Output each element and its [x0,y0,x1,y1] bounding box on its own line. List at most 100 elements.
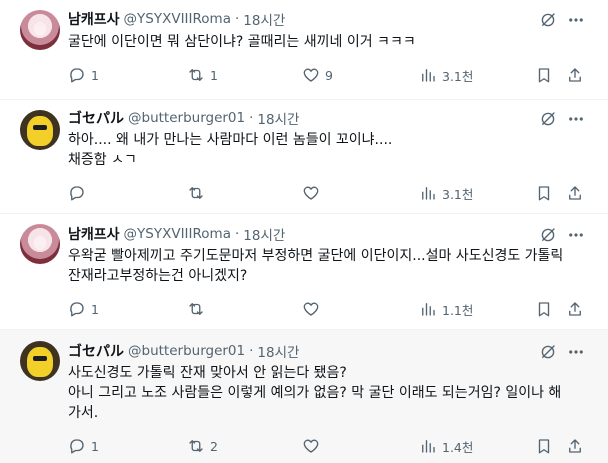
user-name[interactable]: ゴセパル [68,341,124,361]
tweet-text-line: 굴단에 이단이면 뭐 삼단이냐? 골때리는 새끼네 이거 ㅋㅋㅋ [68,34,416,50]
views-count: 3.1천 [442,68,474,84]
avatar[interactable] [20,224,60,264]
tweet-text-line: 가서. [68,405,99,421]
reply-button[interactable]: 1 [68,299,99,319]
tweet-header: ゴセパル @butterburger01 · 18시간 [68,341,299,361]
bookmark-button[interactable] [535,65,553,85]
tweet-text-line: 하아.... 왜 내가 만나는 사람마다 이런 놈들이 꼬이냐.... [68,132,393,148]
tweet-text: 우왁굳 빨아제끼고 주기도문마저 부정하면 굴단에 이단이지...설마 사도신경… [68,246,568,286]
more-icon[interactable] [566,10,586,30]
views-button[interactable]: 1.4천 [419,436,473,456]
retweet-button[interactable]: 1 [187,65,218,85]
like-icon [303,186,319,200]
tweet-text-line: 잔재라고부정하는건 아니겠지? [68,268,248,284]
reply-icon [70,439,84,454]
reply-count: 1 [91,67,99,83]
share-icon [569,302,581,316]
avatar[interactable] [20,341,60,381]
views-icon [422,69,435,82]
tweet-text-line: 우왁굳 빨아제끼고 주기도문마저 부정하면 굴단에 이단이지...설마 사도신경… [68,248,564,264]
bookmark-button[interactable] [535,436,553,456]
bookmark-icon [538,302,550,317]
views-count: 1.1천 [442,302,474,318]
timestamp[interactable]: 18시간 [257,341,299,361]
tweet-text-line: 아니 그리고 노조 사람들은 이렇게 예의가 없음? 막 굴단 이래도 되는거임… [68,385,562,401]
avatar[interactable] [20,110,60,150]
share-icon [569,186,581,200]
like-icon [303,302,319,316]
views-button[interactable]: 1.1천 [419,299,473,319]
action-bar: 1 2 1.4천 [68,436,588,456]
reply-count: 1 [91,301,99,317]
bookmark-button[interactable] [535,183,553,203]
like-count: 9 [325,67,333,83]
share-icon [569,439,581,453]
bookmark-icon [538,186,550,201]
views-count: 1.4천 [442,439,474,455]
action-bar: 1 1 9 3.1천 [68,65,588,85]
tweet-text: 사도신경도 가톨릭 잔재 맞아서 안 읽는다 됐음? 아니 그리고 노조 사람들… [68,363,568,423]
share-button[interactable] [566,299,584,319]
tweet-3[interactable]: 남캐프사 @YSYXVIIIRoma · 18시간 우왁굳 빨아제끼고 주기도문… [0,214,608,330]
user-name[interactable]: 남캐프사 [68,9,120,29]
share-icon [569,68,581,82]
user-handle[interactable]: @butterburger01 [128,110,245,126]
timestamp[interactable]: 18시간 [243,224,285,244]
user-handle[interactable]: @YSYXVIIIRoma [124,11,231,27]
separator-dot: · [234,226,240,242]
reply-button[interactable]: 1 [68,436,99,456]
views-button[interactable]: 3.1천 [419,183,473,203]
like-button[interactable] [302,299,325,319]
retweet-icon [189,69,203,81]
views-button[interactable]: 3.1천 [419,65,473,85]
views-icon [422,440,435,453]
retweet-count: 1 [210,67,218,83]
more-icon[interactable] [566,109,586,129]
share-button[interactable] [566,65,584,85]
separator-dot: · [249,110,254,126]
reply-button[interactable] [68,183,91,203]
tweet-header: 남캐프사 @YSYXVIIIRoma · 18시간 [68,9,285,29]
tweet-text: 굴단에 이단이면 뭐 삼단이냐? 골때리는 새끼네 이거 ㅋㅋㅋ [68,32,568,52]
tweet-text-line: 채증함 ㅅㄱ [68,152,137,168]
views-icon [422,187,435,200]
timestamp[interactable]: 18시간 [257,108,299,128]
more-icon[interactable] [566,225,586,245]
user-name[interactable]: ゴセパル [68,108,124,128]
user-handle[interactable]: @butterburger01 [128,343,245,359]
retweet-icon [189,187,203,199]
tweet-header: ゴセパル @butterburger01 · 18시간 [68,108,299,128]
grok-icon[interactable] [538,342,558,362]
user-handle[interactable]: @YSYXVIIIRoma [124,226,231,242]
separator-dot: · [249,343,254,359]
retweet-button[interactable] [187,183,210,203]
like-button[interactable] [302,183,325,203]
retweet-button[interactable] [187,299,210,319]
tweet-1[interactable]: 남캐프사 @YSYXVIIIRoma · 18시간 굴단에 이단이면 뭐 삼단이… [0,0,608,100]
retweet-button[interactable]: 2 [187,436,218,456]
retweet-icon [189,440,203,452]
bookmark-button[interactable] [535,299,553,319]
timestamp[interactable]: 18시간 [243,9,285,29]
views-count: 3.1천 [442,186,474,202]
grok-icon[interactable] [538,10,558,30]
separator-dot: · [234,11,240,27]
reply-icon [70,186,84,201]
avatar[interactable] [20,10,60,50]
retweet-icon [189,303,203,315]
bookmark-icon [538,68,550,83]
share-button[interactable] [566,183,584,203]
more-icon[interactable] [566,342,586,362]
like-button[interactable] [302,436,325,456]
share-button[interactable] [566,436,584,456]
grok-icon[interactable] [538,225,558,245]
user-name[interactable]: 남캐프사 [68,224,120,244]
tweet-text-line: 사도신경도 가톨릭 잔재 맞아서 안 읽는다 됐음? [68,365,347,381]
tweet-4[interactable]: ゴセパル @butterburger01 · 18시간 사도신경도 가톨릭 잔재… [0,330,608,463]
reply-count: 1 [91,438,99,454]
like-button[interactable]: 9 [302,65,333,85]
reply-button[interactable]: 1 [68,65,99,85]
tweet-text: 하아.... 왜 내가 만나는 사람마다 이런 놈들이 꼬이냐.... 채증함 … [68,130,568,170]
grok-icon[interactable] [538,109,558,129]
tweet-2[interactable]: ゴセパル @butterburger01 · 18시간 하아.... 왜 내가 … [0,100,608,214]
